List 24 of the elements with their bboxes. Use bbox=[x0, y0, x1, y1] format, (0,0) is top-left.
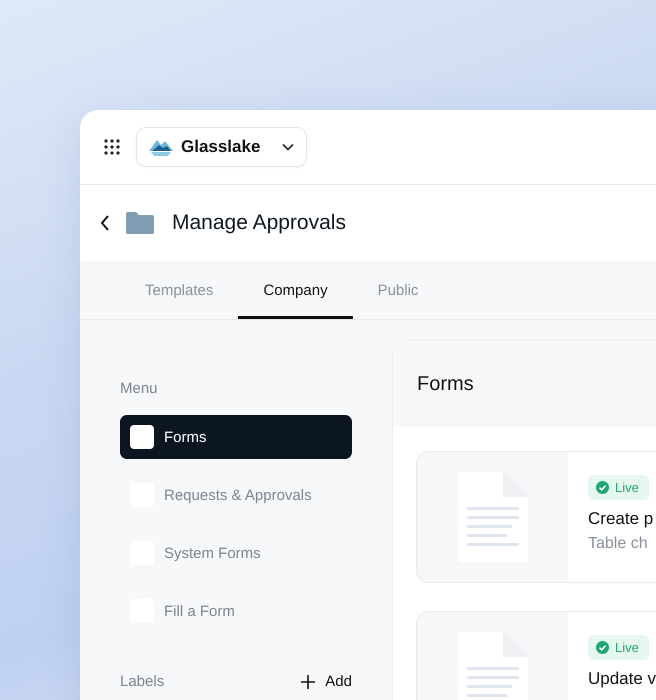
chevron-down-icon bbox=[282, 143, 294, 151]
menu-item[interactable]: Fill a Form bbox=[120, 589, 352, 633]
form-card[interactable]: Live Create p Table ch bbox=[416, 451, 656, 583]
menu-item[interactable]: Forms bbox=[120, 415, 352, 459]
plus-icon bbox=[301, 674, 316, 688]
labels-heading: Labels bbox=[120, 673, 164, 690]
document-icon bbox=[456, 631, 528, 700]
folder-icon bbox=[126, 212, 154, 234]
form-title: Create p bbox=[588, 509, 654, 529]
form-description: Table ch bbox=[588, 535, 649, 553]
add-label-button[interactable]: Add bbox=[301, 673, 352, 690]
menu-item[interactable]: Requests & Approvals bbox=[120, 473, 352, 517]
menu-item[interactable]: System Forms bbox=[120, 531, 352, 575]
back-button[interactable] bbox=[100, 215, 110, 231]
form-title: Update v bbox=[588, 669, 656, 689]
workspace-switcher[interactable]: Glasslake bbox=[136, 127, 308, 167]
menu-heading: Menu bbox=[120, 380, 159, 397]
status-badge: Live bbox=[588, 475, 649, 500]
document-icon bbox=[456, 471, 528, 563]
form-card[interactable]: Live Update v bbox=[416, 611, 656, 700]
panel-title: Forms bbox=[417, 372, 474, 396]
grid-menu-icon[interactable] bbox=[104, 139, 120, 155]
page-title: Manage Approvals bbox=[172, 211, 346, 235]
status-badge: Live bbox=[588, 635, 649, 660]
